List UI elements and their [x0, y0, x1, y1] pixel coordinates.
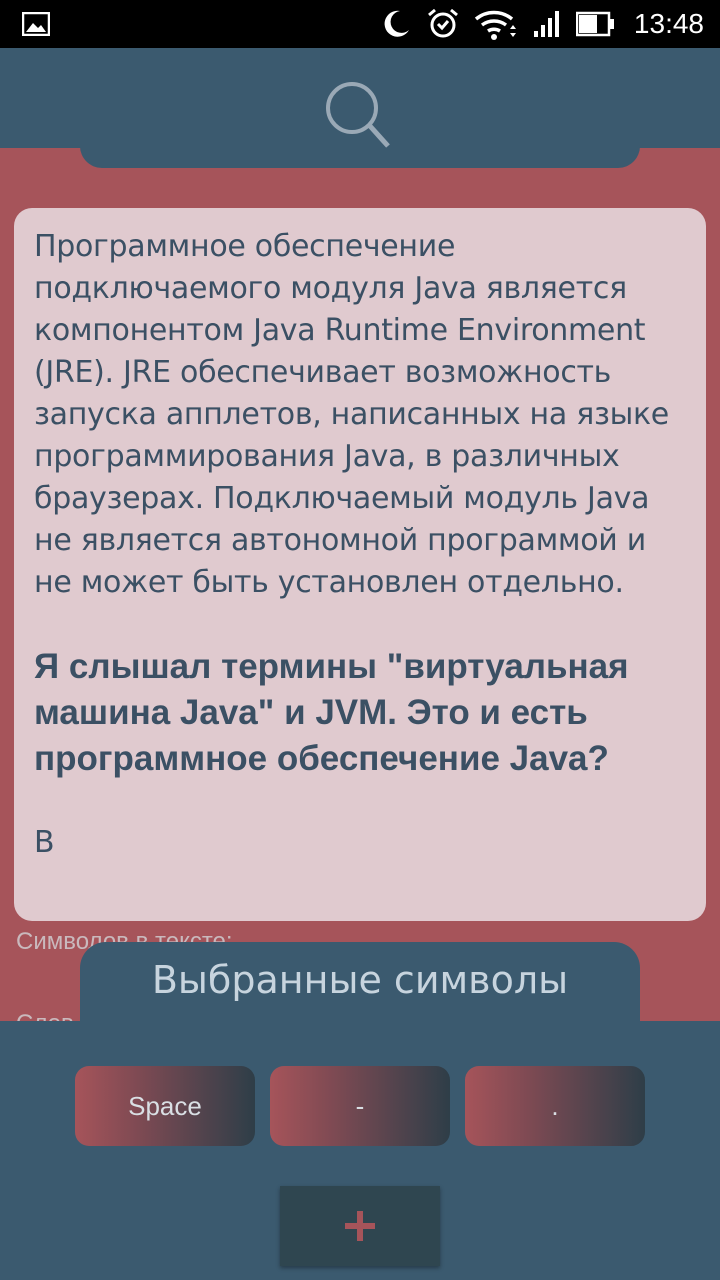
status-bar: 13:48: [0, 0, 720, 48]
symbol-chip-space[interactable]: Space: [75, 1066, 255, 1146]
gallery-icon: [22, 12, 50, 36]
clock: 13:48: [633, 8, 704, 39]
content-answer: В: [34, 825, 55, 860]
text-card[interactable]: Программное обеспечение подключаемого мо…: [14, 208, 706, 921]
plus-icon: [345, 1211, 375, 1241]
search-icon[interactable]: [320, 80, 400, 152]
content-paragraph: Программное обеспечение подключаемого мо…: [34, 229, 669, 600]
signal-icon: [533, 11, 559, 37]
wifi-icon: [474, 10, 516, 40]
content-question: Я слышал термины "виртуальная машина Jav…: [34, 647, 629, 778]
add-symbol-button[interactable]: [280, 1186, 440, 1266]
alarm-icon: [427, 8, 458, 38]
status-icons: 13:48: [380, 0, 704, 48]
battery-icon: [575, 11, 614, 37]
symbol-chip-dot[interactable]: .: [465, 1066, 645, 1146]
symbol-chip-dash[interactable]: -: [270, 1066, 450, 1146]
symbols-panel-title: Выбранные символы: [151, 958, 569, 1002]
moon-icon: [384, 10, 409, 37]
